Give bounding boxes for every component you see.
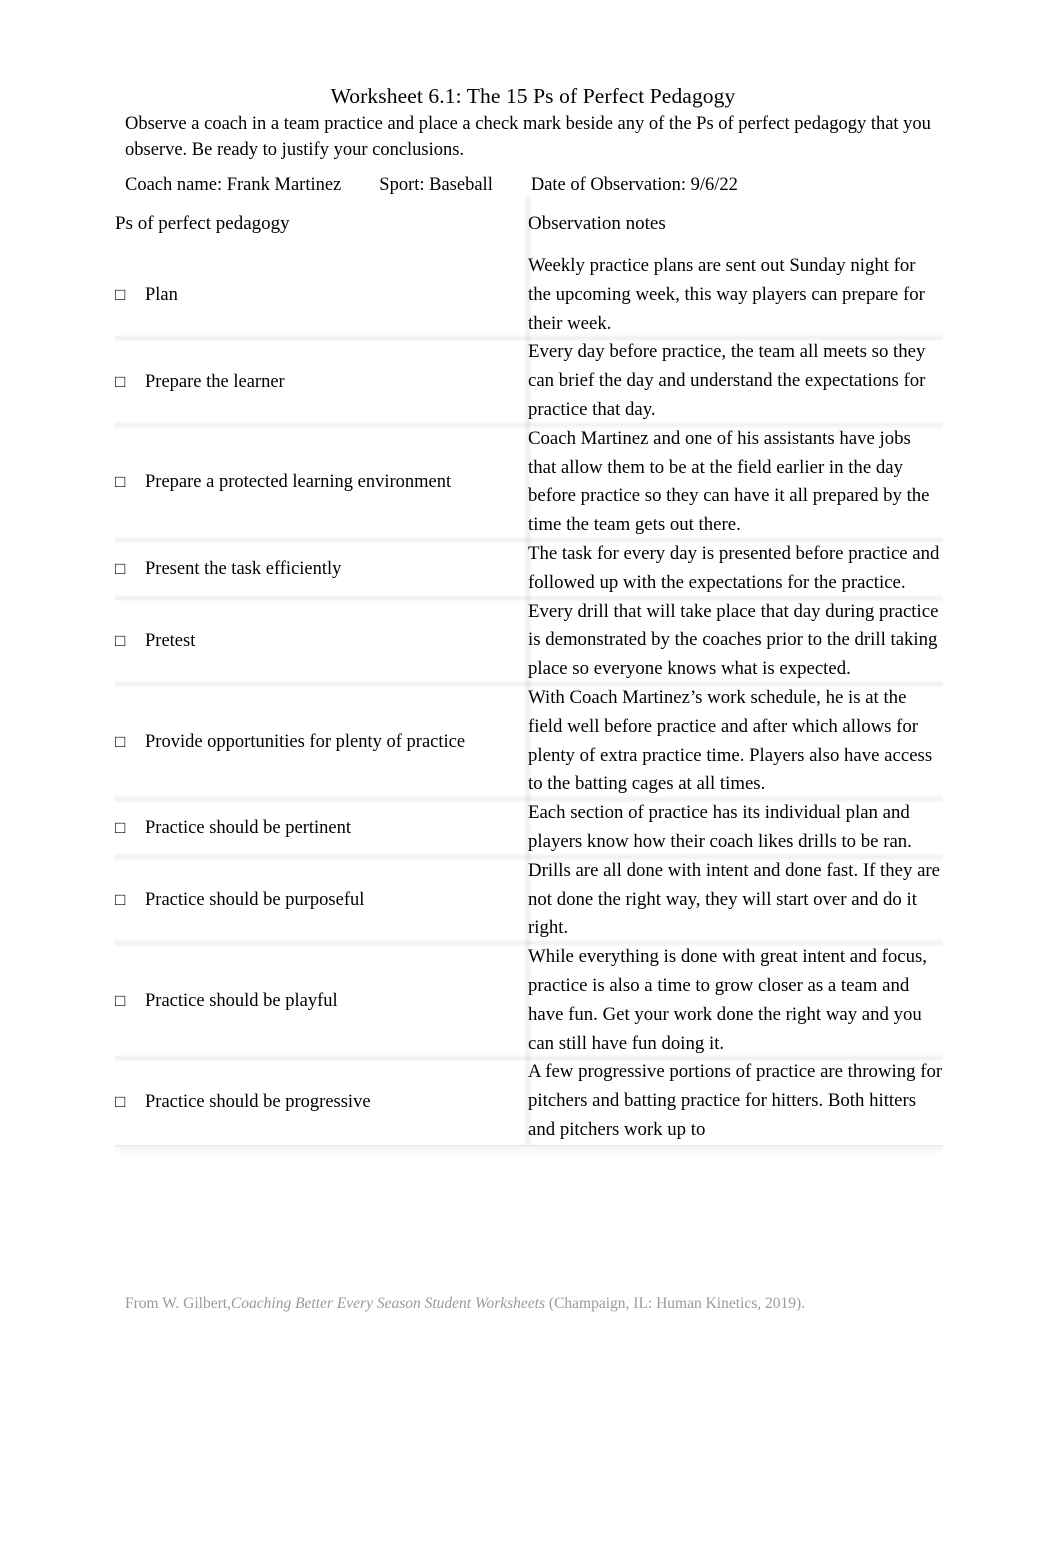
worksheet-table-body: □ Plan Weekly practice plans are sent out … <box>115 252 943 1146</box>
ps-label: Practice should be playful <box>145 990 338 1011</box>
table-row: □ Pretest Every drill that will take place… <box>115 593 943 685</box>
ps-label: Plan <box>145 285 178 306</box>
ps-cell: □ Pretest <box>115 593 528 684</box>
ps-label: Practice should be progressive <box>145 1091 371 1112</box>
observation-notes-text: Drills are all done with intent and done… <box>528 859 941 939</box>
observation-notes-cell[interactable]: Drills are all done with intent and done… <box>524 852 943 944</box>
date-of-observation-field: Date of Observation: 9/6/22 <box>530 175 738 195</box>
ps-row-inner: □ Plan <box>115 283 528 307</box>
ps-cell: □ Practice should be progressive <box>115 1054 528 1145</box>
table-row: □ Prepare the learner Every day before pra… <box>115 334 943 426</box>
observation-notes-cell[interactable]: The task for every day is presented befo… <box>524 535 943 598</box>
observation-notes-text: Coach Martinez and one of his assistants… <box>528 427 930 536</box>
citation-book-title: Coaching Better Every Season Student Wor… <box>230 1295 546 1312</box>
checkbox-icon[interactable]: □ <box>115 371 145 393</box>
observation-notes-cell[interactable]: Every day before practice, the team all … <box>524 334 943 426</box>
ps-row-inner: □ Pretest <box>115 629 528 653</box>
observation-notes-text: Weekly practice plans are sent out Sunda… <box>528 255 925 334</box>
page-title: Worksheet 6.1: The 15 Ps of Perfect Peda… <box>330 84 736 108</box>
observation-notes-cell[interactable]: Weekly practice plans are sent out Sunda… <box>524 252 943 339</box>
table-row: □ Present the task efficiently The task fo… <box>115 535 943 598</box>
worksheet-table: Ps of perfect pedagogy Observation notes… <box>115 196 943 1146</box>
column-header-ps: Ps of perfect pedagogy <box>115 196 528 252</box>
source-citation: From W. Gilbert,Coaching Better Every Se… <box>125 1294 985 1314</box>
ps-row-inner: □ Provide opportunities for plenty of pra… <box>115 730 528 754</box>
citation-prefix: From W. Gilbert, <box>125 1295 231 1312</box>
ps-row-inner: □ Practice should be pertinent <box>115 816 528 840</box>
observation-notes-text: With Coach Martinez’s work schedule, he … <box>528 686 933 795</box>
citation-suffix: (Champaign, IL: Human Kinetics, 2019). <box>548 1295 806 1312</box>
coach-name-field: Coach name: Frank Martinez <box>125 175 342 195</box>
ps-label: Practice should be pertinent <box>145 817 352 838</box>
ps-cell: □ Present the task efficiently <box>115 535 528 598</box>
ps-cell: □ Prepare a protected learning environmen… <box>115 420 528 540</box>
ps-row-inner: □ Prepare the learner <box>115 370 528 394</box>
table-row: □ Practice should be purposeful Drills are… <box>115 852 943 944</box>
ps-row-inner: □ Prepare a protected learning environmen… <box>115 470 528 494</box>
observation-notes-cell[interactable]: Every drill that will take place that da… <box>524 593 943 685</box>
checkbox-icon[interactable]: □ <box>115 889 145 911</box>
ps-label: Prepare the learner <box>145 371 285 392</box>
ps-label: Provide opportunities for plenty of prac… <box>145 731 466 752</box>
table-row: □ Practice should be pertinent Each sectio… <box>115 795 943 857</box>
table-row: □ Prepare a protected learning environmen… <box>115 420 943 541</box>
checkbox-icon[interactable]: □ <box>115 284 145 306</box>
observation-notes-cell[interactable]: With Coach Martinez’s work schedule, he … <box>524 679 943 800</box>
checkbox-icon[interactable]: □ <box>115 990 145 1012</box>
observation-notes-text: Every drill that will take place that da… <box>528 600 939 680</box>
observation-notes-cell[interactable]: Coach Martinez and one of his assistants… <box>524 420 943 541</box>
table-row: □ Practice should be playful While everyth… <box>115 939 943 1059</box>
ps-cell: □ Prepare the learner <box>115 334 528 425</box>
ps-label: Prepare a protected learning environment <box>145 472 452 493</box>
table-row: □ Provide opportunities for plenty of pra… <box>115 679 943 800</box>
observation-notes-text: Each section of practice has its individ… <box>528 802 912 852</box>
ps-label: Practice should be purposeful <box>145 889 365 910</box>
ps-row-inner: □ Present the task efficiently <box>115 557 528 581</box>
ps-cell: □ Plan <box>115 252 528 339</box>
observation-meta-line: Coach name: Frank Martinez Sport: Basebal… <box>125 173 941 199</box>
checkbox-icon[interactable]: □ <box>115 630 145 652</box>
ps-row-inner: □ Practice should be progressive <box>115 1090 528 1114</box>
ps-cell: □ Practice should be playful <box>115 939 528 1059</box>
observation-notes-text: While everything is done with great inte… <box>528 946 927 1054</box>
ps-label: Pretest <box>145 630 196 651</box>
checkbox-icon[interactable]: □ <box>115 558 145 580</box>
observation-notes-text: Every day before practice, the team all … <box>528 341 926 420</box>
worksheet-table-container: Ps of perfect pedagogy Observation notes… <box>115 196 943 1300</box>
observation-notes-text: A few progressive portions of practice a… <box>528 1061 943 1140</box>
ps-row-inner: □ Practice should be playful <box>115 989 528 1013</box>
observation-notes-cell[interactable]: Each section of practice has its individ… <box>524 795 943 857</box>
document-page: Worksheet 6.1: The 15 Ps of Perfect Peda… <box>0 0 1062 1561</box>
observation-notes-text: The task for every day is presented befo… <box>528 542 940 593</box>
checkbox-icon[interactable]: □ <box>115 1091 145 1113</box>
sport-field: Sport: Baseball <box>379 175 493 195</box>
observation-notes-cell[interactable]: A few progressive portions of practice a… <box>524 1054 943 1146</box>
checkbox-icon[interactable]: □ <box>115 731 145 753</box>
ps-cell: □ Practice should be purposeful <box>115 852 528 944</box>
ps-cell: □ Practice should be pertinent <box>115 795 528 857</box>
ps-row-inner: □ Practice should be purposeful <box>115 888 528 912</box>
table-header-row: Ps of perfect pedagogy Observation notes <box>115 196 943 252</box>
observation-notes-cell[interactable]: While everything is done with great inte… <box>524 939 943 1059</box>
instructions-paragraph: Observe a coach in a team practice and p… <box>125 114 931 160</box>
ps-cell: □ Provide opportunities for plenty of pra… <box>115 679 528 800</box>
document-header: Worksheet 6.1: The 15 Ps of Perfect Peda… <box>125 82 941 199</box>
table-row: □ Practice should be progressive A few pro… <box>115 1054 943 1146</box>
ps-label: Present the task efficiently <box>145 558 342 579</box>
column-header-observation-notes: Observation notes <box>524 196 943 252</box>
table-row: □ Plan Weekly practice plans are sent out … <box>115 252 943 339</box>
checkbox-icon[interactable]: □ <box>115 817 145 839</box>
checkbox-icon[interactable]: □ <box>115 471 145 493</box>
